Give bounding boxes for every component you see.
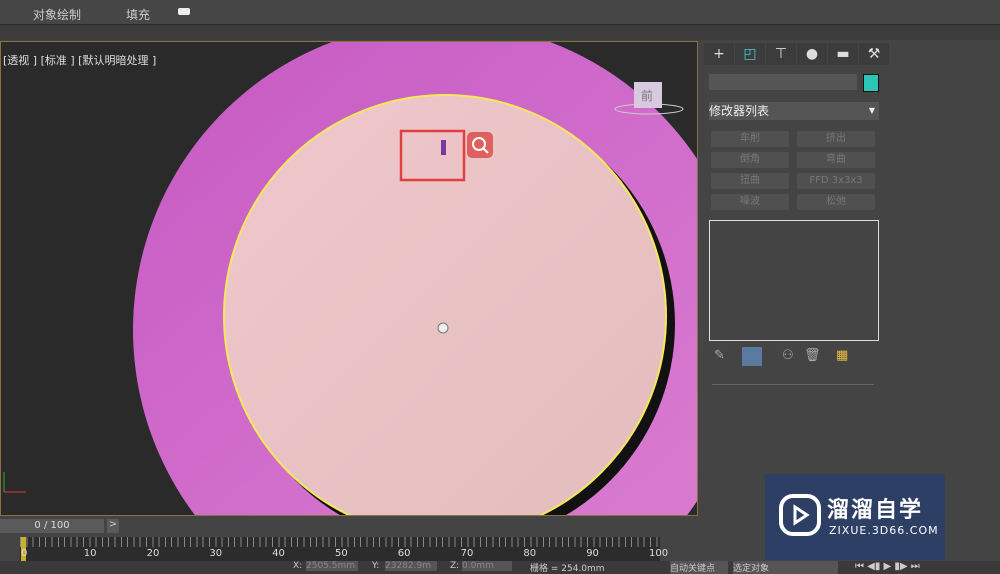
playback-controls-icon[interactable]: ⏮ ◀▮ ▶ ▮▶ ⏭: [855, 561, 920, 573]
z-label: Z:: [450, 561, 460, 571]
twist-button[interactable]: 扭曲: [711, 173, 789, 189]
timeline-tick-label: 80: [523, 548, 537, 559]
scene: 前: [3, 42, 697, 515]
bevel-button[interactable]: 倒角: [711, 152, 789, 168]
display-tab[interactable]: ▬: [828, 43, 858, 65]
object-color-swatch[interactable]: [863, 74, 879, 92]
remove-modifier-icon[interactable]: 🗑: [804, 348, 821, 363]
create-tab[interactable]: +: [704, 43, 734, 65]
timeline-tick-label: 70: [460, 548, 474, 559]
auto-key-button[interactable]: 自动关键点: [670, 561, 728, 574]
chevron-down-icon: ▼: [868, 106, 875, 115]
viewcube-label[interactable]: 前: [641, 88, 653, 103]
configure-sets-icon[interactable]: ▦: [836, 348, 848, 363]
motion-tab[interactable]: ●: [797, 43, 827, 65]
show-end-result-icon[interactable]: [742, 347, 762, 366]
make-unique-icon[interactable]: ⚇: [782, 348, 794, 363]
timeline-tick-label: 90: [586, 548, 599, 559]
utilities-tab[interactable]: ⚒: [859, 43, 889, 65]
timeline-tick-label: 60: [397, 548, 411, 559]
divider: [712, 384, 874, 385]
menu-bar: 对象绘制 填充: [0, 0, 1000, 25]
x-coordinate[interactable]: 2505.5mm: [306, 561, 358, 571]
modifier-list-dropdown[interactable]: 修改器列表 ▼: [709, 102, 879, 120]
magnifier-icon: [467, 132, 493, 158]
timeline-tick-label: 10: [83, 548, 97, 559]
timeline-tick-label: 30: [209, 548, 223, 559]
inner-disc: [223, 94, 667, 515]
lathe-button[interactable]: 车削: [711, 131, 789, 147]
y-coordinate[interactable]: 23282.9m: [385, 561, 437, 571]
status-bar: X: 2505.5mm Y: 23282.9m Z: 0.0mm 栅格 = 25…: [0, 561, 1000, 574]
timeline-tick-label: 40: [272, 548, 285, 559]
noise-button[interactable]: 噪波: [711, 194, 789, 210]
pivot-point: [437, 322, 449, 334]
key-filter-dropdown[interactable]: 选定对象: [733, 561, 838, 574]
menu-object-paint[interactable]: 对象绘制: [33, 6, 81, 23]
menu-fill[interactable]: 填充: [126, 6, 150, 23]
ffd-button[interactable]: FFD 3x3x3: [797, 173, 875, 189]
z-coordinate[interactable]: 0.0mm: [462, 561, 512, 571]
pin-stack-icon[interactable]: ✎: [714, 348, 725, 363]
object-name-input[interactable]: [709, 74, 857, 90]
relax-button[interactable]: 松弛: [797, 194, 875, 210]
perspective-viewport[interactable]: 前 [透视 ] [标准 ] [默认明暗处理 ]: [0, 41, 698, 516]
dropdown-icon[interactable]: [178, 8, 190, 15]
modify-tab[interactable]: ◰: [735, 43, 765, 65]
watermark-url: ZIXUE.3D66.COM: [829, 524, 939, 537]
viewport-label[interactable]: [透视 ] [标准 ] [默认明暗处理 ]: [3, 52, 156, 68]
timeline: 0 / 100 > 0 10 20 30 40 50 60 70 80 90 100: [0, 517, 700, 561]
timeline-tick-label: 50: [335, 548, 348, 559]
extrude-button[interactable]: 挤出: [797, 131, 875, 147]
grid-size: 栅格 = 254.0mm: [530, 564, 605, 574]
modifier-list-label: 修改器列表: [709, 104, 770, 118]
watermark: 溜溜自学 ZIXUE.3D66.COM: [765, 474, 945, 560]
selected-object: [441, 140, 446, 155]
ribbon-strip: [0, 25, 1000, 40]
timeline-tick-label: 100: [649, 548, 669, 559]
bend-button[interactable]: 弯曲: [797, 152, 875, 168]
next-frame-button[interactable]: >: [107, 519, 119, 533]
x-label: X:: [293, 561, 303, 571]
time-slider[interactable]: 0 / 100: [0, 519, 104, 533]
modifier-stack[interactable]: [709, 220, 879, 341]
hierarchy-tab[interactable]: ⊤: [766, 43, 796, 65]
watermark-name: 溜溜自学: [827, 498, 924, 523]
timeline-tick-label: 0: [21, 548, 28, 559]
y-label: Y:: [372, 561, 380, 571]
timeline-tick-label: 20: [146, 548, 160, 559]
watermark-logo-icon: [779, 494, 821, 536]
